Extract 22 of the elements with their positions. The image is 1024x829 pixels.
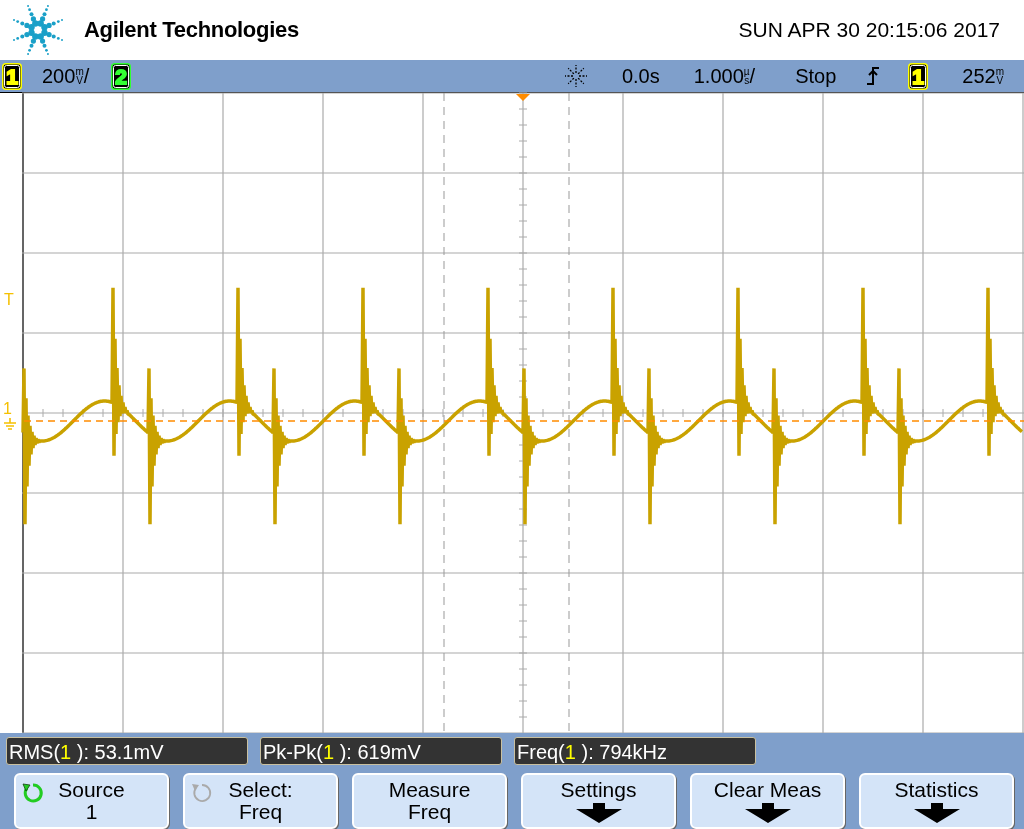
softkey-button[interactable]: Clear Meas	[690, 773, 845, 829]
softkey-button[interactable]: Select: Freq	[183, 773, 338, 829]
channel-badge: 1	[2, 62, 22, 90]
softkey-button[interactable]: Measure Freq	[352, 773, 507, 829]
softkey-button[interactable]: Settings	[521, 773, 676, 829]
date-time: SUN APR 30 20:15:06 2017	[738, 18, 1000, 42]
rising-edge-icon	[866, 66, 881, 86]
time-reference-marker	[516, 94, 530, 101]
channel-badge: 1	[908, 62, 929, 90]
softkey-button[interactable]: Source 1	[14, 773, 169, 829]
measurement-readout: Freq(1 ): 794kHz	[514, 737, 756, 765]
measurement-readout: Pk-Pk(1 ): 619mV	[260, 737, 502, 765]
status-text: Stop	[795, 64, 837, 88]
softkey-button[interactable]: Statistics	[859, 773, 1014, 829]
status-text: 0.0s	[621, 64, 660, 88]
ground-icon	[3, 418, 17, 430]
trigger-level-marker: T	[4, 292, 14, 308]
brand-name: Agilent Technologies	[84, 17, 299, 43]
channel-badge: 2	[111, 62, 132, 90]
measurement-readout: RMS(1 ): 53.1mV	[6, 737, 248, 765]
acquisition-icon	[563, 64, 588, 88]
channel-marker: 1	[3, 401, 12, 417]
